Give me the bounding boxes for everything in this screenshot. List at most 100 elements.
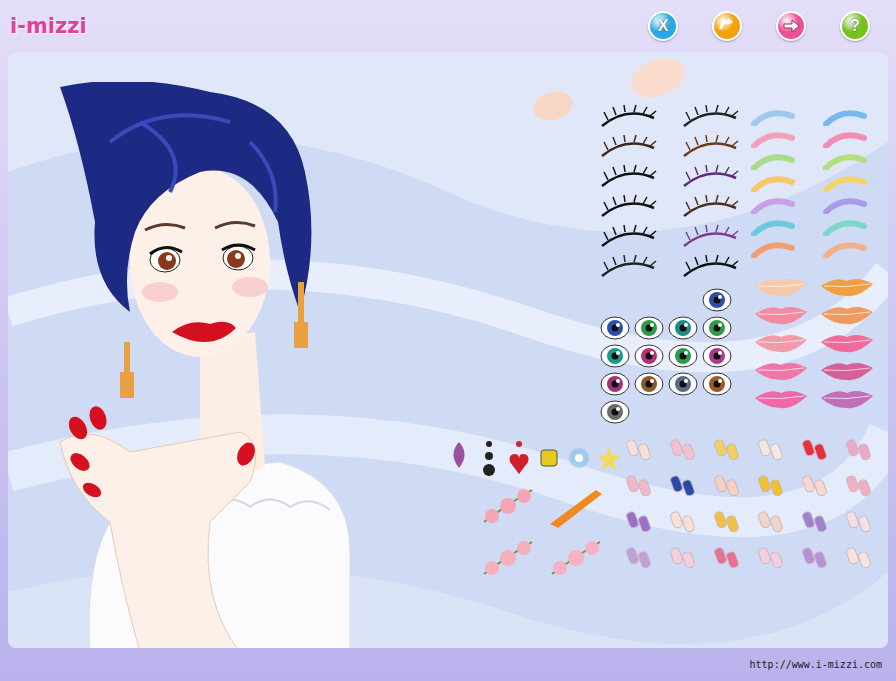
lip-option[interactable]	[752, 330, 810, 354]
eyeshadow-option[interactable]	[822, 128, 868, 148]
eyelash-option[interactable]	[680, 134, 740, 160]
eyelash-option[interactable]	[598, 164, 658, 190]
eyelash-option[interactable]	[598, 254, 658, 280]
eyelash-option[interactable]	[598, 224, 658, 250]
lip-options	[752, 274, 876, 410]
nail-option[interactable]	[712, 508, 742, 538]
eyeshadow-option[interactable]	[822, 172, 868, 192]
eye-options	[600, 288, 736, 424]
nail-option[interactable]	[844, 508, 874, 538]
accessory-option[interactable]	[596, 438, 622, 482]
lip-option[interactable]	[752, 302, 810, 326]
eyelash-option[interactable]	[680, 164, 740, 190]
eyelash-option[interactable]	[680, 254, 740, 280]
eye-option[interactable]	[600, 316, 630, 340]
nail-option[interactable]	[668, 544, 698, 574]
eyelash-options	[598, 104, 740, 280]
nail-option[interactable]	[668, 472, 698, 502]
eye-option[interactable]	[702, 288, 732, 312]
hairclip-option[interactable]	[546, 484, 606, 528]
eyeshadow-option[interactable]	[750, 238, 796, 258]
site-url[interactable]: http://www.i-mizzi.com	[750, 659, 882, 670]
eye-option[interactable]	[668, 344, 698, 368]
nail-option[interactable]	[844, 472, 874, 502]
toolbar-button[interactable]: ?	[840, 11, 870, 41]
eyeshadow-option[interactable]	[750, 172, 796, 192]
eyeshadow-option[interactable]	[822, 150, 868, 170]
hairclip-option[interactable]	[478, 536, 538, 580]
hairclip-option[interactable]	[546, 536, 606, 580]
nail-option[interactable]	[844, 436, 874, 466]
nail-option[interactable]	[624, 544, 654, 574]
eyelash-option[interactable]	[680, 224, 740, 250]
eye-option[interactable]	[634, 316, 664, 340]
eyelash-option[interactable]	[598, 134, 658, 160]
eye-option[interactable]	[702, 344, 732, 368]
eyeshadow-option[interactable]	[750, 194, 796, 214]
nail-option[interactable]	[668, 436, 698, 466]
eyeshadow-option[interactable]	[822, 106, 868, 126]
logo[interactable]: i-mizzi	[10, 14, 87, 38]
accessory-option[interactable]	[566, 438, 592, 482]
accessory-option[interactable]	[506, 438, 532, 482]
nail-option[interactable]	[756, 544, 786, 574]
blush-options	[528, 56, 708, 136]
nail-option[interactable]	[624, 472, 654, 502]
nail-option[interactable]	[800, 472, 830, 502]
lip-option[interactable]	[818, 330, 876, 354]
eyelash-option[interactable]	[598, 194, 658, 220]
lip-option[interactable]	[818, 274, 876, 298]
nail-option[interactable]	[800, 544, 830, 574]
nail-option[interactable]	[712, 544, 742, 574]
nail-option[interactable]	[756, 436, 786, 466]
lip-option[interactable]	[818, 386, 876, 410]
eyelash-option[interactable]	[680, 104, 740, 130]
game-screen: i-mizzi X? http://www.i-mizzi.com	[0, 0, 896, 681]
toolbar-button[interactable]	[776, 11, 806, 41]
nail-option[interactable]	[712, 472, 742, 502]
accessory-option[interactable]	[446, 438, 472, 482]
eye-option[interactable]	[600, 344, 630, 368]
nail-option[interactable]	[712, 436, 742, 466]
blush-option[interactable]	[626, 56, 691, 104]
eyelash-option[interactable]	[680, 194, 740, 220]
nail-option[interactable]	[800, 436, 830, 466]
lip-option[interactable]	[752, 358, 810, 382]
eyeshadow-option[interactable]	[750, 216, 796, 236]
eye-option[interactable]	[702, 316, 732, 340]
lip-option[interactable]	[752, 274, 810, 298]
eyelash-option[interactable]	[598, 104, 658, 130]
eye-option[interactable]	[634, 372, 664, 396]
lip-option[interactable]	[818, 302, 876, 326]
eyeshadow-option[interactable]	[750, 150, 796, 170]
character	[50, 82, 350, 648]
hairclip-option[interactable]	[478, 484, 538, 528]
blush-option[interactable]	[530, 87, 576, 124]
eye-option[interactable]	[600, 372, 630, 396]
nail-option[interactable]	[756, 508, 786, 538]
nail-option[interactable]	[624, 508, 654, 538]
toolbar-button[interactable]: X	[648, 11, 678, 41]
eye-option[interactable]	[668, 372, 698, 396]
eye-option[interactable]	[668, 316, 698, 340]
eyeshadow-option[interactable]	[822, 238, 868, 258]
eyeshadow-option[interactable]	[822, 194, 868, 214]
arrow-right-icon	[781, 16, 801, 36]
toolbar-button[interactable]	[712, 11, 742, 41]
eye-option[interactable]	[634, 344, 664, 368]
eye-option[interactable]	[600, 400, 630, 424]
eyeshadow-option[interactable]	[750, 106, 796, 126]
eyeshadow-options	[750, 106, 868, 258]
nail-option[interactable]	[800, 508, 830, 538]
nail-option[interactable]	[844, 544, 874, 574]
lip-option[interactable]	[752, 386, 810, 410]
eyeshadow-option[interactable]	[750, 128, 796, 148]
accessory-option[interactable]	[536, 438, 562, 482]
nail-option[interactable]	[624, 436, 654, 466]
nail-option[interactable]	[668, 508, 698, 538]
accessory-option[interactable]	[476, 438, 502, 482]
eyeshadow-option[interactable]	[822, 216, 868, 236]
nail-option[interactable]	[756, 472, 786, 502]
lip-option[interactable]	[818, 358, 876, 382]
eye-option[interactable]	[702, 372, 732, 396]
